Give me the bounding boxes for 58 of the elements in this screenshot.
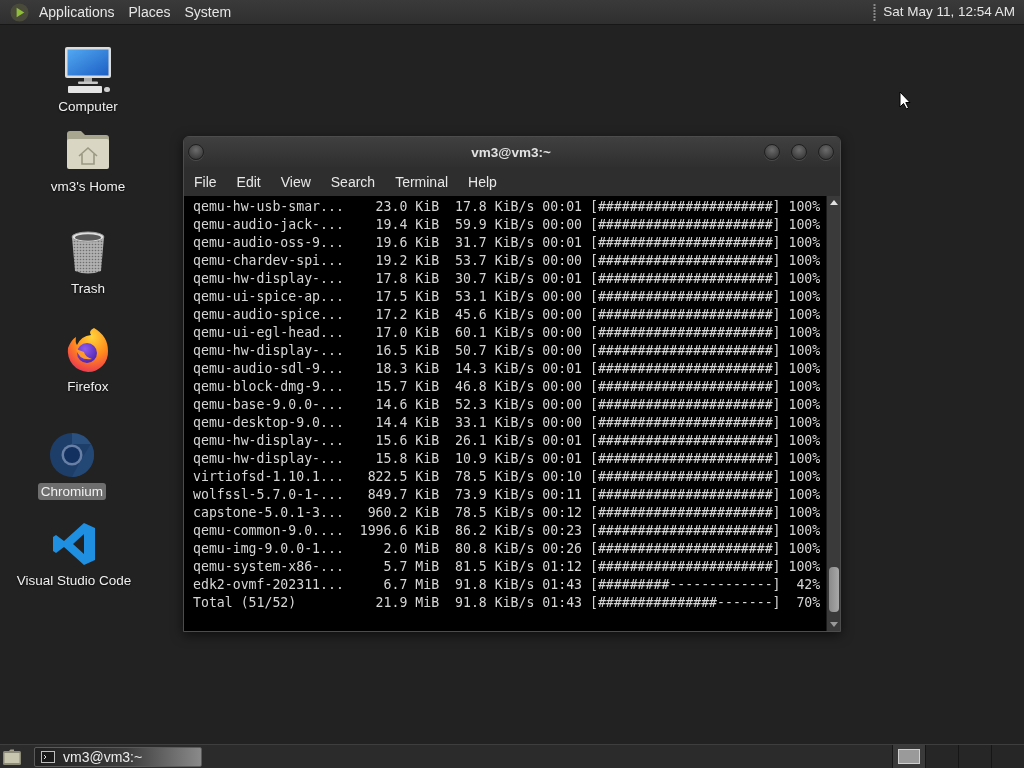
terminal-line: capstone-5.0.1-3... 960.2 KiB 78.5 KiB/s 00:12 [######################] 100%: [193, 504, 822, 522]
terminal-line: qemu-ui-spice-ap... 17.5 KiB 53.1 KiB/s 00:00 [######################] 100%: [193, 288, 822, 306]
ribbon-logo-icon[interactable]: [50, 520, 98, 568]
terminal-line: qemu-img-9.0.0-1... 2.0 MiB 80.8 KiB/s 00:26 [######################] 100%: [193, 540, 822, 558]
window-menu-button[interactable]: [188, 144, 204, 160]
desktop-icon-label[interactable]: vm3's Home: [47, 178, 129, 195]
menu-item[interactable]: Search: [320, 170, 386, 193]
desktop-icon-label[interactable]: Firefox: [64, 378, 112, 395]
terminal-line: qemu-hw-display-... 15.6 KiB 26.1 KiB/s 00:01 [######################] 100%: [193, 432, 822, 450]
panel-menu[interactable]: Applications: [32, 2, 122, 22]
scrollbar-thumb[interactable]: [828, 567, 839, 612]
menu-item[interactable]: File: [184, 170, 227, 193]
terminal-line: wolfssl-5.7.0-1-... 849.7 KiB 73.9 KiB/s 00:11 [######################] 100%: [193, 486, 822, 504]
terminal-line: qemu-hw-display-... 17.8 KiB 30.7 KiB/s 00:01 [######################] 100%: [193, 270, 822, 288]
terminal-line: qemu-audio-oss-9... 19.6 KiB 31.7 KiB/s 00:01 [######################] 100%: [193, 234, 822, 252]
terminal-line: qemu-audio-sdl-9... 18.3 KiB 14.3 KiB/s 00:01 [######################] 100%: [193, 360, 822, 378]
minimize-button[interactable]: [764, 144, 780, 160]
maximize-button[interactable]: [791, 144, 807, 160]
computer-monitor-icon[interactable]: [64, 46, 112, 94]
mouse-pointer-icon: [899, 91, 911, 110]
scrollbar[interactable]: [826, 196, 840, 631]
terminal-line: qemu-hw-display-... 15.8 KiB 10.9 KiB/s 00:01 [######################] 100%: [193, 450, 822, 468]
terminal-line: qemu-system-x86-... 5.7 MiB 81.5 KiB/s 01:12 [######################] 100%: [193, 558, 822, 576]
close-button[interactable]: [818, 144, 834, 160]
menu-item[interactable]: Help: [458, 170, 507, 193]
window-title: vm3@vm3:~: [471, 144, 551, 160]
workspace-button[interactable]: [892, 745, 925, 768]
terminal-line: edk2-ovmf-202311... 6.7 MiB 91.8 KiB/s 01:43 [#########-------------] 42%: [193, 576, 822, 594]
terminal-line: Total (51/52) 21.9 MiB 91.8 KiB/s 01:43 [###############-------] 70%: [193, 594, 822, 612]
triangle-logo-icon[interactable]: [10, 2, 29, 22]
scroll-down-arrow-icon[interactable]: [829, 622, 838, 627]
menu-item[interactable]: Edit: [226, 170, 271, 193]
terminal-icon: [41, 750, 55, 763]
terminal-line: qemu-ui-egl-head... 17.0 KiB 60.1 KiB/s 00:00 [######################] 100%: [193, 324, 822, 342]
desktop-icon-label[interactable]: Computer: [55, 98, 121, 115]
taskbar-button[interactable]: vm3@vm3:~: [34, 746, 202, 767]
terminal-line: qemu-block-dmg-9... 15.7 KiB 46.8 KiB/s 00:00 [######################] 100%: [193, 378, 822, 396]
panel-grip-icon: [873, 3, 877, 21]
panel-menu[interactable]: Places: [121, 2, 178, 22]
terminal-line: virtiofsd-1.10.1... 822.5 KiB 78.5 KiB/s 00:10 [######################] 100%: [193, 468, 822, 486]
terminal-line: qemu-desktop-9.0... 14.4 KiB 33.1 KiB/s 00:00 [######################] 100%: [193, 414, 822, 432]
terminal-line: qemu-hw-usb-smar... 23.0 KiB 17.8 KiB/s 00:01 [######################] 100%: [193, 198, 822, 216]
scroll-up-arrow-icon[interactable]: [829, 200, 838, 205]
desktop-icon-label[interactable]: Trash: [68, 280, 108, 297]
mini-window-icon: [898, 749, 920, 764]
desktop-icon-label[interactable]: Visual Studio Code: [13, 572, 135, 589]
terminal-line: qemu-chardev-spi... 19.2 KiB 53.7 KiB/s 00:00 [######################] 100%: [193, 252, 822, 270]
panel-menu[interactable]: System: [177, 2, 239, 22]
terminal-line: qemu-hw-display-... 16.5 KiB 50.7 KiB/s 00:00 [######################] 100%: [193, 342, 822, 360]
terminal-line: qemu-base-9.0.0-... 14.6 KiB 52.3 KiB/s 00:00 [######################] 100%: [193, 396, 822, 414]
menu-item[interactable]: Terminal: [385, 170, 459, 193]
terminal-line: qemu-audio-spice... 17.2 KiB 45.6 KiB/s 00:00 [######################] 100%: [193, 306, 822, 324]
terminal-line: qemu-common-9.0.... 1996.6 KiB 86.2 KiB/s 00:23 [######################] 100%: [193, 522, 822, 540]
clock[interactable]: Sat May 11, 12:54 AM: [878, 2, 1020, 22]
terminal-line: qemu-audio-jack-... 19.4 KiB 59.9 KiB/s 00:00 [######################] 100%: [193, 216, 822, 234]
menu-item[interactable]: View: [270, 170, 321, 193]
desktop-icon-label[interactable]: Chromium: [37, 483, 107, 500]
ring-logo-icon[interactable]: [48, 431, 96, 479]
